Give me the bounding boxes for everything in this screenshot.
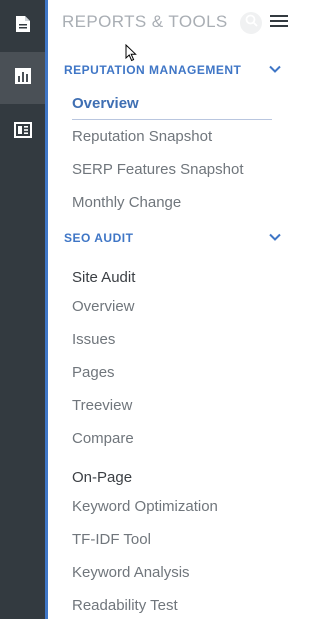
mouse-cursor-icon — [125, 43, 137, 62]
section-label: REPUTATION MANAGEMENT — [64, 63, 242, 77]
hamburger-menu-button[interactable] — [268, 12, 290, 34]
chevron-down-icon — [268, 230, 282, 244]
nav-item-reputation-snapshot[interactable]: Reputation Snapshot — [72, 128, 212, 145]
active-item-underline — [72, 119, 272, 120]
nav-item-issues[interactable]: Issues — [72, 331, 115, 348]
nav-item-compare[interactable]: Compare — [72, 430, 134, 447]
panel-title: REPORTS & TOOLS — [62, 12, 228, 31]
hamburger-icon — [270, 14, 288, 33]
nav-item-keyword-analysis[interactable]: Keyword Analysis — [72, 564, 190, 581]
rail-item-documents[interactable] — [0, 0, 45, 52]
nav-item-serp-features-snapshot[interactable]: SERP Features Snapshot — [72, 161, 244, 178]
nav-item-pages[interactable]: Pages — [72, 364, 115, 381]
rail-item-reports[interactable] — [0, 52, 45, 104]
nav-item-readability-test[interactable]: Readability Test — [72, 597, 178, 614]
section-label: SEO AUDIT — [64, 231, 134, 245]
subgroup-heading-on-page: On-Page — [72, 469, 133, 486]
nav-item-site-audit-overview[interactable]: Overview — [72, 298, 135, 315]
nav-item-treeview[interactable]: Treeview — [72, 397, 132, 414]
search-icon — [245, 14, 258, 32]
subgroup-heading-site-audit: Site Audit — [72, 269, 136, 286]
left-icon-rail — [0, 0, 45, 619]
rail-item-layouts[interactable] — [0, 106, 45, 158]
nav-item-monthly-change[interactable]: Monthly Change — [72, 194, 181, 211]
reports-tools-panel: REPORTS & TOOLS REPUTATION MANAGEMENT Ov… — [48, 0, 292, 619]
nav-item-reputation-overview[interactable]: Overview — [72, 95, 139, 112]
bar-chart-icon — [13, 66, 33, 91]
section-header-reputation-management[interactable]: REPUTATION MANAGEMENT — [64, 61, 288, 79]
search-button[interactable] — [240, 12, 262, 34]
chevron-down-icon — [268, 62, 282, 76]
document-icon — [13, 14, 33, 39]
nav-item-keyword-optimization[interactable]: Keyword Optimization — [72, 498, 218, 515]
section-header-seo-audit[interactable]: SEO AUDIT — [64, 229, 288, 247]
nav-item-tf-idf-tool[interactable]: TF-IDF Tool — [72, 531, 151, 548]
table-layout-icon — [13, 120, 33, 145]
